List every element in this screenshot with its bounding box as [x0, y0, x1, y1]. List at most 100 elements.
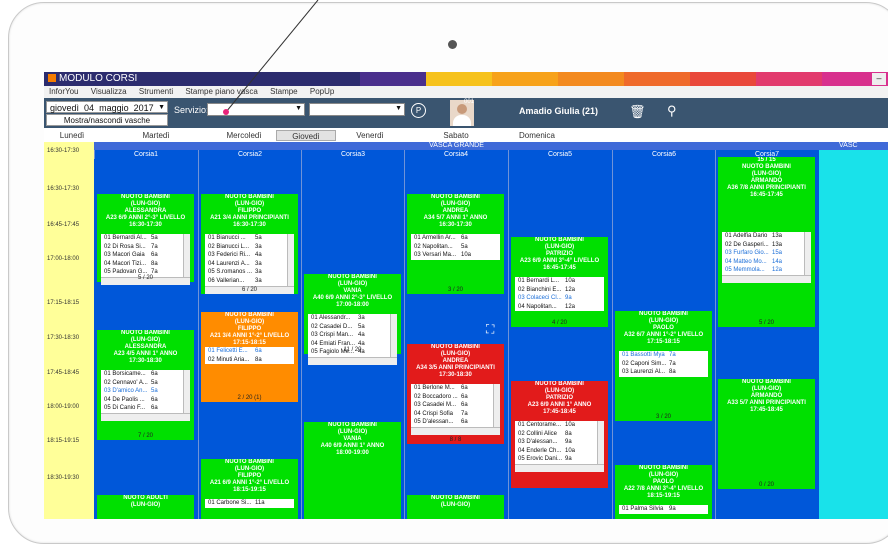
participant-row[interactable]: 03 D'amico An... 5a — [101, 387, 190, 396]
service-select-2[interactable]: ▼ — [309, 103, 405, 116]
scrollbar[interactable] — [804, 232, 811, 275]
menu-visualizza[interactable]: Visualizza — [91, 87, 127, 96]
horizontal-scrollbar[interactable] — [515, 463, 604, 472]
course-block[interactable]: NUOTO BAMBINI (LUN-GIO) FILIPPO A21 3/4 ANN… — [201, 194, 298, 294]
participant-row[interactable]: 02 Cennavo' A... 5a — [101, 379, 190, 388]
participant-row[interactable]: 01 Adelfia Dario 13a — [722, 232, 811, 241]
participant-row[interactable]: 04 Napolitan... 12a — [515, 303, 604, 312]
participant-row[interactable]: 03 Macori Gaia 6a — [101, 251, 190, 260]
participant-list[interactable]: 01 Centorame... 10a 02 Collini Alice 8a 03 D… — [515, 421, 604, 464]
participant-row[interactable]: 01 Bianucci ... 5a — [205, 234, 294, 243]
participant-list[interactable]: 01 Bassotti Mya 7a 02 Caponi Sim... 7a 03 La… — [619, 351, 708, 377]
horizontal-scrollbar[interactable] — [411, 426, 500, 435]
participant-row[interactable]: 01 Borsicame... 6a — [101, 370, 190, 379]
participant-row[interactable]: 02 Di Rosa Si... 7a — [101, 243, 190, 252]
course-block[interactable]: NUOTO BAMBINI (LUN-GIO) ANDREA A34 5/7 ANNI… — [407, 194, 504, 294]
tab-day-1[interactable]: Martedì — [126, 130, 186, 141]
participant-row[interactable]: 05 Di Canio F... 6a — [101, 404, 190, 413]
menu-stampe[interactable]: Stampe — [270, 87, 298, 96]
participant-list[interactable]: 01 Borsicame... 6a 02 Cennavo' A... 5a 03 D'… — [101, 370, 190, 413]
scrollbar[interactable] — [597, 421, 604, 464]
participant-list[interactable]: 01 Bianucci ... 5a 02 Bianucci L... 3a 03 Fe… — [205, 234, 294, 286]
participant-row[interactable]: 02 Napolitan... 5a — [411, 243, 500, 252]
participant-row[interactable]: 03 Colaceci Cl... 9a — [515, 294, 604, 303]
participant-list[interactable]: 01 Palma Silvia 9a — [619, 505, 708, 514]
avatar[interactable]: 001 — [450, 99, 474, 126]
menu-stampe-piano-vasca[interactable]: Stampe piano vasca — [185, 87, 258, 96]
participant-row[interactable]: 03 Furfaro Gio... 15a — [722, 249, 811, 258]
participant-list[interactable]: 01 Berlone M... 6a 02 Boccadoro ... 6a 03 Ca… — [411, 384, 500, 427]
course-block[interactable]: NUOTO BAMBINI (LUN-GIO) PAOLO A22 7/8 ANNI … — [615, 465, 712, 519]
participant-row[interactable]: 02 Minuti Aria... 8a — [205, 356, 294, 365]
horizontal-scrollbar[interactable] — [722, 274, 811, 283]
participant-row[interactable]: 01 Felicetti E... 6a — [205, 347, 294, 356]
course-block[interactable]: NUOTO BAMBINI (LUN-GIO) FILIPPO A21 3/4 ANN… — [201, 312, 298, 402]
participant-row[interactable]: 02 Collini Alice 8a — [515, 430, 604, 439]
course-block[interactable]: NUOTO BAMBINI (LUN-GIO) PATRIZIO A23 6/9 AN… — [511, 381, 608, 488]
participant-row[interactable]: 01 Alessandr... 3a — [308, 314, 397, 323]
key-icon[interactable]: ⚲ — [667, 103, 677, 119]
participant-row[interactable]: 01 Carbone Si... 11a — [205, 499, 294, 508]
course-block[interactable]: 15 / 15 NUOTO BAMBINI (LUN-GIO) ARMANDO A36 … — [718, 157, 815, 327]
participant-row[interactable]: 03 Versari Ma... 10a — [411, 251, 500, 260]
participant-list[interactable]: 01 Bernardi L... 10a 02 Bianchini E... 12a 0… — [515, 277, 604, 312]
fullscreen-icon[interactable]: ⛶ — [486, 322, 494, 337]
participant-row[interactable]: 01 Bassotti Mya 7a — [619, 351, 708, 360]
participant-row[interactable]: 02 Casadei D... 5a — [308, 323, 397, 332]
participant-row[interactable]: 04 Macori Tizi... 8a — [101, 260, 190, 269]
course-block[interactable]: NUOTO BAMBINI (LUN-GIO) FILIPPO A21 6/9 ANN… — [201, 459, 298, 519]
menu-popup[interactable]: PopUp — [310, 87, 334, 96]
course-block[interactable]: NUOTO BAMBINI (LUN-GIO) — [407, 495, 504, 519]
participant-row[interactable]: 05 Erovic Dani... 9a — [515, 455, 604, 464]
minimize-button[interactable]: – — [872, 73, 886, 85]
participant-row[interactable]: 04 Enderle Ch... 10a — [515, 447, 604, 456]
participant-row[interactable]: 01 Armellin Ar... 6a — [411, 234, 500, 243]
course-block[interactable]: NUOTO BAMBINI (LUN-GIO) VANIA A40 6/9 ANNI … — [304, 422, 401, 519]
participant-row[interactable]: 04 Matteo Mo... 14a — [722, 258, 811, 267]
course-block[interactable]: NUOTO BAMBINI (LUN-GIO) PATRIZIO A23 6/9 AN… — [511, 237, 608, 327]
scrollbar[interactable] — [183, 234, 190, 277]
course-block[interactable]: NUOTO BAMBINI (LUN-GIO) ALESSANDRA A23 4/5 … — [97, 330, 194, 440]
participant-row[interactable]: 02 Caponi Sim... 7a — [619, 360, 708, 369]
date-picker[interactable]: giovedì 04 maggio 2017 ▼ — [46, 101, 168, 113]
participant-row[interactable]: 02 Boccadoro ... 6a — [411, 393, 500, 402]
course-block[interactable]: NUOTO BAMBINI (LUN-GIO) ALESSANDRA A23 6/9 … — [97, 194, 194, 285]
tab-day-0[interactable]: Lunedì — [52, 130, 92, 141]
tab-day-2[interactable]: Mercoledì — [204, 130, 284, 141]
participant-row[interactable]: 01 Berlone M... 6a — [411, 384, 500, 393]
trash-icon[interactable]: 🗑 — [629, 104, 646, 120]
participant-row[interactable]: 02 Bianchini E... 12a — [515, 286, 604, 295]
toggle-pools-button[interactable]: Mostra/nascondi vasche — [46, 114, 168, 126]
participant-row[interactable]: 03 D'alessan... 9a — [515, 438, 604, 447]
participant-row[interactable]: 03 Casadei M... 6a — [411, 401, 500, 410]
participant-row[interactable]: 03 Laurenzi Al... 8a — [619, 368, 708, 377]
course-block[interactable]: NUOTO ADULTI (LUN-GIO) — [97, 495, 194, 519]
participant-row[interactable]: 05 D'alessan... 6a — [411, 418, 500, 427]
parking-button[interactable]: P — [411, 103, 426, 118]
course-block[interactable]: NUOTO BAMBINI (LUN-GIO) ANDREA A34 3/5 ANNI… — [407, 344, 504, 444]
participant-row[interactable]: 01 Palma Silvia 9a — [619, 505, 708, 514]
participant-row[interactable]: 01 Bernardi L... 10a — [515, 277, 604, 286]
participant-list[interactable]: 01 Felicetti E... 6a 02 Minuti Aria... 8a — [205, 347, 294, 365]
course-block[interactable]: NUOTO BAMBINI (LUN-GIO) PAOLO A32 6/7 ANNI … — [615, 311, 712, 421]
menu-inforyou[interactable]: InforYou — [49, 87, 79, 96]
menu-strumenti[interactable]: Strumenti — [139, 87, 173, 96]
participant-row[interactable]: 03 Crispi Man... 4a — [308, 331, 397, 340]
participant-row[interactable]: 04 Laurenzi A... 3a — [205, 260, 294, 269]
participant-row[interactable]: 01 Centorame... 10a — [515, 421, 604, 430]
participant-list[interactable]: 01 Adelfia Dario 13a 02 De Gasperi... 13a 03… — [722, 232, 811, 275]
scrollbar[interactable] — [493, 384, 500, 427]
scrollbar[interactable] — [183, 370, 190, 413]
participant-row[interactable]: 02 De Gasperi... 13a — [722, 241, 811, 250]
service-select[interactable]: ▼ — [207, 103, 305, 116]
tab-day-3[interactable]: Giovedì — [276, 130, 336, 141]
tab-day-4[interactable]: Venerdì — [340, 130, 400, 141]
tab-day-6[interactable]: Domenica — [502, 130, 572, 141]
horizontal-scrollbar[interactable] — [101, 412, 190, 421]
participant-row[interactable]: 01 Bernardi Al... 5a — [101, 234, 190, 243]
participant-row[interactable]: 03 Federici Ri... 4a — [205, 251, 294, 260]
participant-list[interactable]: 01 Bernardi Al... 5a 02 Di Rosa Si... 7a 03 … — [101, 234, 190, 277]
participant-list[interactable]: 01 Armellin Ar... 6a 02 Napolitan... 5a 03 V… — [411, 234, 500, 260]
participant-row[interactable]: 05 Memmola... 12a — [722, 266, 811, 275]
participant-row[interactable]: 06 Vallerian... 3a — [205, 277, 294, 286]
